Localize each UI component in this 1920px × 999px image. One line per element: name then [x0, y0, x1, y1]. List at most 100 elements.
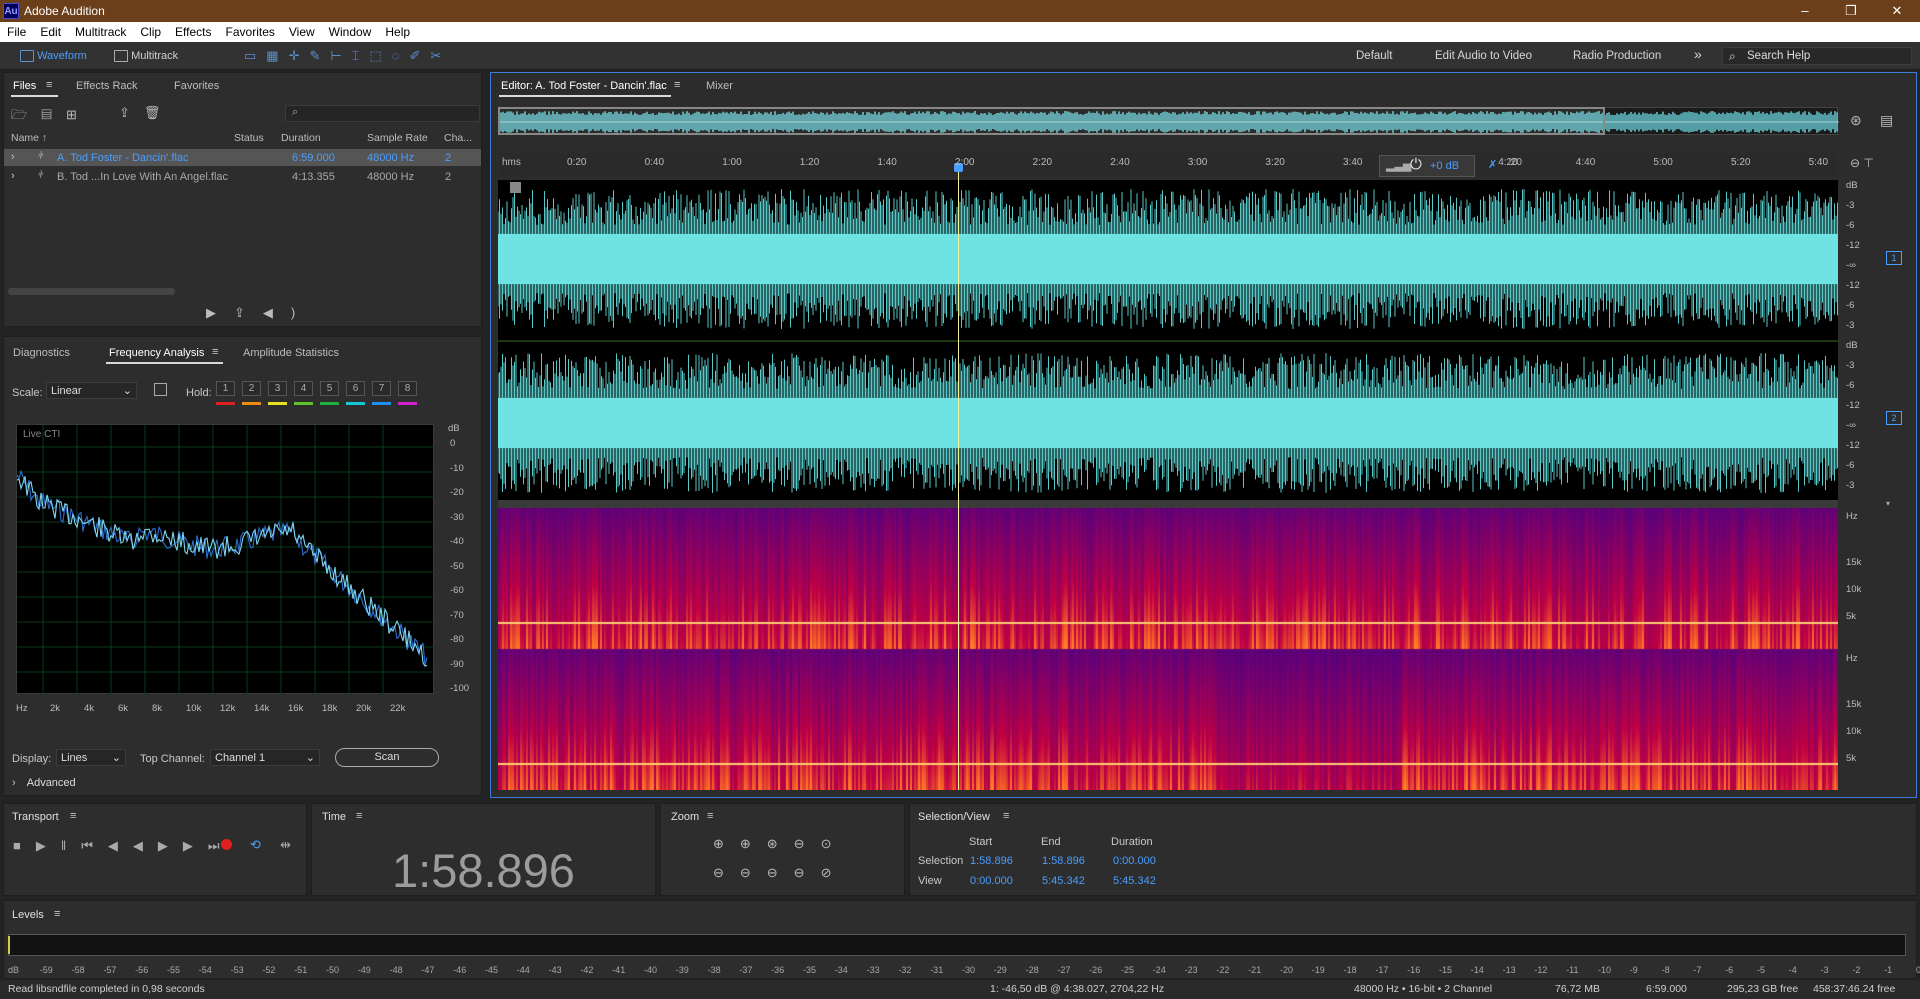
tab-mixer[interactable]: Mixer — [706, 80, 733, 92]
view-start[interactable]: 0:00.000 — [970, 875, 1013, 887]
menu-favorites[interactable]: Favorites — [219, 22, 282, 39]
files-toolbar-icons[interactable]: 🗁▤⊞ — [11, 106, 91, 128]
display-dropdown[interactable]: Lines ⌄ — [56, 749, 126, 766]
scroll-sync-icon[interactable]: ⊖ ⊤ — [1850, 156, 1874, 170]
minimize-button[interactable]: – — [1782, 0, 1828, 22]
view-end[interactable]: 5:45.342 — [1042, 875, 1085, 887]
record-button[interactable] — [221, 839, 232, 850]
row-expander[interactable]: › — [11, 151, 15, 163]
menu-edit[interactable]: Edit — [33, 22, 68, 39]
search-help-input[interactable]: ⌕ Search Help — [1722, 47, 1912, 65]
tab-frequency-analysis[interactable]: Frequency Analysis — [109, 347, 204, 359]
col-start: Start — [969, 836, 992, 848]
preview-controls[interactable]: ▶⇪◀) — [206, 305, 313, 321]
files-toolbar-icons-2[interactable]: ⇪🗑 — [119, 105, 174, 121]
hold-button-2[interactable]: 2 — [242, 381, 261, 396]
col-name[interactable]: Name ↑ — [11, 132, 47, 144]
clip-gain-icon[interactable] — [510, 182, 521, 193]
chevron-down-icon[interactable]: ▾ — [1886, 499, 1890, 508]
hold-button-5[interactable]: 5 — [320, 381, 339, 396]
zoom-menu-icon[interactable]: ≡ — [707, 810, 713, 822]
tab-files[interactable]: Files — [13, 80, 36, 92]
channel-2-toggle[interactable]: 2 — [1886, 411, 1902, 425]
zoom-to-fit-icon[interactable]: ⊛ — [1850, 112, 1862, 129]
view-duration[interactable]: 5:45.342 — [1113, 875, 1156, 887]
files-search-input[interactable]: ⌕ — [285, 105, 480, 122]
hold-button-6[interactable]: 6 — [346, 381, 365, 396]
selection-end[interactable]: 1:58.896 — [1042, 855, 1085, 867]
multitrack-view-button[interactable]: Multitrack — [114, 48, 178, 64]
hold-button-1[interactable]: 1 — [216, 381, 235, 396]
hold-color-3 — [268, 402, 287, 405]
time-menu-icon[interactable]: ≡ — [356, 810, 362, 822]
tool-icons[interactable]: ▭▦✛✎⊢⌶⬚◌✐✂ — [244, 48, 451, 64]
selection-menu-icon[interactable]: ≡ — [1003, 810, 1009, 822]
workspace-default[interactable]: Default — [1356, 50, 1392, 62]
workspace-radio-production[interactable]: Radio Production — [1573, 50, 1661, 62]
menu-file[interactable]: File — [0, 22, 33, 39]
loop-button[interactable]: ⟲ — [250, 837, 261, 853]
transport-menu-icon[interactable]: ≡ — [70, 810, 76, 822]
close-button[interactable]: ✕ — [1874, 0, 1920, 22]
skip-button[interactable]: ⇹ — [280, 837, 291, 853]
tab-diagnostics[interactable]: Diagnostics — [13, 347, 70, 359]
waveform-display[interactable] — [498, 180, 1838, 500]
col-channels[interactable]: Cha... — [444, 132, 472, 144]
zoom-buttons-row1[interactable]: ⊕⊕⊛⊖⊙ — [713, 836, 847, 852]
panel-options-icon[interactable]: ▤ — [1880, 112, 1893, 129]
file-duration: 6:59.000 — [292, 152, 335, 164]
toolbar: Waveform Multitrack ▭▦✛✎⊢⌶⬚◌✐✂ Default E… — [0, 42, 1920, 70]
col-duration[interactable]: Duration — [281, 132, 321, 144]
top-channel-dropdown[interactable]: Channel 1 ⌄ — [210, 749, 320, 766]
gain-knob-icon[interactable]: ⏻ — [1410, 156, 1422, 173]
tab-favorites[interactable]: Favorites — [174, 80, 219, 92]
advanced-expander[interactable]: › Advanced — [12, 777, 76, 789]
time-ruler[interactable] — [498, 153, 1838, 177]
hold-button-7[interactable]: 7 — [372, 381, 391, 396]
col-sample-rate[interactable]: Sample Rate — [367, 132, 428, 144]
channel-1-toggle[interactable]: 1 — [1886, 251, 1902, 265]
waveform-view-button[interactable]: Waveform — [20, 48, 87, 64]
overview-view-region[interactable] — [498, 107, 1605, 135]
selection-start[interactable]: 1:58.896 — [970, 855, 1013, 867]
row-expander[interactable]: › — [11, 170, 15, 182]
tab-effects-rack[interactable]: Effects Rack — [76, 80, 138, 92]
files-menu-icon[interactable]: ≡ — [46, 79, 52, 91]
maximize-button[interactable]: ❐ — [1828, 0, 1874, 22]
playhead-cti[interactable] — [958, 170, 959, 790]
hold-button-3[interactable]: 3 — [268, 381, 287, 396]
hold-button-8[interactable]: 8 — [398, 381, 417, 396]
status-duration: 6:59.000 — [1646, 983, 1687, 995]
editor-menu-icon[interactable]: ≡ — [674, 79, 680, 91]
pin-icon[interactable]: ✗ — [1488, 158, 1497, 171]
files-scrollbar[interactable] — [8, 288, 175, 295]
lock-cursor-icon[interactable] — [154, 383, 167, 396]
scale-dropdown[interactable]: Linear ⌄ — [46, 382, 137, 399]
menu-help[interactable]: Help — [378, 22, 417, 39]
file-name[interactable]: B. Tod ...In Love With An Angel.flac — [57, 171, 228, 183]
scan-button[interactable]: Scan — [335, 748, 439, 767]
menu-effects[interactable]: Effects — [168, 22, 218, 39]
waveform-db-tick: -∞ — [1846, 260, 1856, 271]
menu-window[interactable]: Window — [322, 22, 379, 39]
freq-db-unit: dB — [448, 423, 460, 434]
view-splitter[interactable] — [498, 500, 1838, 508]
workspace-overflow-button[interactable]: » — [1694, 46, 1702, 62]
menu-multitrack[interactable]: Multitrack — [68, 22, 133, 39]
zoom-buttons-row2[interactable]: ⊖⊖⊖⊖⊘ — [713, 865, 847, 881]
tab-editor[interactable]: Editor: A. Tod Foster - Dancin'.flac — [501, 80, 667, 92]
menu-view[interactable]: View — [282, 22, 322, 39]
selection-duration[interactable]: 0:00.000 — [1113, 855, 1156, 867]
tab-amplitude-statistics[interactable]: Amplitude Statistics — [243, 347, 339, 359]
levels-menu-icon[interactable]: ≡ — [54, 908, 60, 920]
analysis-menu-icon[interactable]: ≡ — [212, 346, 218, 358]
hud-gain-control[interactable]: ▂▃▅ ⏻ +0 dB — [1379, 155, 1475, 177]
transport-buttons[interactable]: ■▶‖⏮◀◀▶▶⏭ — [13, 838, 235, 854]
workspace-edit-audio-to-video[interactable]: Edit Audio to Video — [1435, 50, 1532, 62]
file-name[interactable]: A. Tod Foster - Dancin'.flac — [57, 152, 189, 164]
menu-clip[interactable]: Clip — [133, 22, 168, 39]
hold-button-4[interactable]: 4 — [294, 381, 313, 396]
spectral-display[interactable] — [498, 508, 1838, 790]
status-free-time: 458:37:46.24 free — [1813, 983, 1895, 995]
col-status[interactable]: Status — [234, 132, 264, 144]
